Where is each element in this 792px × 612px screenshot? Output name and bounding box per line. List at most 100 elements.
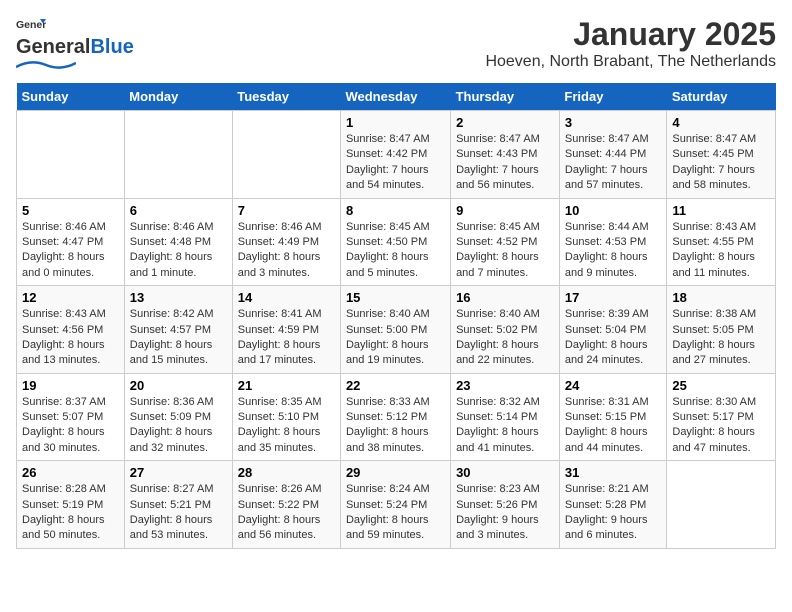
calendar-cell: 11 Sunrise: 8:43 AM Sunset: 4:55 PM Dayli… [667, 198, 776, 286]
calendar-cell: 14 Sunrise: 8:41 AM Sunset: 4:59 PM Dayli… [232, 286, 340, 374]
logo: General GeneralBlue [16, 16, 134, 71]
calendar-cell [17, 111, 125, 199]
day-number: 9 [456, 203, 554, 218]
day-info: Sunrise: 8:47 AM Sunset: 4:42 PM Dayligh… [346, 132, 445, 194]
col-tuesday: Tuesday [232, 83, 340, 111]
calendar-cell: 8 Sunrise: 8:45 AM Sunset: 4:50 PM Daylig… [340, 198, 450, 286]
day-number: 29 [346, 465, 445, 480]
week-row-4: 19Sunrise: 8:37 AM Sunset: 5:07 PM Dayli… [17, 373, 776, 461]
logo-icon: General [16, 16, 46, 34]
calendar-cell: 2 Sunrise: 8:47 AM Sunset: 4:43 PM Daylig… [451, 111, 560, 199]
day-number: 1 [346, 115, 445, 130]
calendar-cell: 18Sunrise: 8:38 AM Sunset: 5:05 PM Dayli… [667, 286, 776, 374]
day-info: Sunrise: 8:26 AM Sunset: 5:22 PM Dayligh… [238, 482, 335, 544]
day-info: Sunrise: 8:45 AM Sunset: 4:52 PM Dayligh… [456, 220, 554, 282]
day-number: 20 [130, 378, 227, 393]
day-info: Sunrise: 8:23 AM Sunset: 5:26 PM Dayligh… [456, 482, 554, 544]
calendar-cell: 21Sunrise: 8:35 AM Sunset: 5:10 PM Dayli… [232, 373, 340, 461]
calendar-cell: 23Sunrise: 8:32 AM Sunset: 5:14 PM Dayli… [451, 373, 560, 461]
day-info: Sunrise: 8:46 AM Sunset: 4:47 PM Dayligh… [22, 220, 119, 282]
day-info: Sunrise: 8:46 AM Sunset: 4:48 PM Dayligh… [130, 220, 227, 282]
day-info: Sunrise: 8:43 AM Sunset: 4:55 PM Dayligh… [672, 220, 770, 282]
day-number: 14 [238, 290, 335, 305]
week-row-1: 1 Sunrise: 8:47 AM Sunset: 4:42 PM Daylig… [17, 111, 776, 199]
col-wednesday: Wednesday [340, 83, 450, 111]
calendar-cell: 10Sunrise: 8:44 AM Sunset: 4:53 PM Dayli… [559, 198, 666, 286]
day-info: Sunrise: 8:40 AM Sunset: 5:02 PM Dayligh… [456, 307, 554, 369]
day-info: Sunrise: 8:47 AM Sunset: 4:43 PM Dayligh… [456, 132, 554, 194]
day-info: Sunrise: 8:47 AM Sunset: 4:44 PM Dayligh… [565, 132, 661, 194]
col-friday: Friday [559, 83, 666, 111]
col-thursday: Thursday [451, 83, 560, 111]
day-number: 6 [130, 203, 227, 218]
header-row: Sunday Monday Tuesday Wednesday Thursday… [17, 83, 776, 111]
day-number: 22 [346, 378, 445, 393]
day-number: 26 [22, 465, 119, 480]
day-info: Sunrise: 8:43 AM Sunset: 4:56 PM Dayligh… [22, 307, 119, 369]
day-info: Sunrise: 8:24 AM Sunset: 5:24 PM Dayligh… [346, 482, 445, 544]
page-header: General GeneralBlue January 2025 Hoeven,… [16, 16, 776, 71]
day-number: 16 [456, 290, 554, 305]
day-info: Sunrise: 8:41 AM Sunset: 4:59 PM Dayligh… [238, 307, 335, 369]
day-number: 13 [130, 290, 227, 305]
day-number: 27 [130, 465, 227, 480]
week-row-2: 5 Sunrise: 8:46 AM Sunset: 4:47 PM Daylig… [17, 198, 776, 286]
calendar-cell [124, 111, 232, 199]
day-number: 12 [22, 290, 119, 305]
calendar-cell: 28Sunrise: 8:26 AM Sunset: 5:22 PM Dayli… [232, 461, 340, 549]
day-info: Sunrise: 8:36 AM Sunset: 5:09 PM Dayligh… [130, 395, 227, 457]
day-number: 24 [565, 378, 661, 393]
day-number: 31 [565, 465, 661, 480]
calendar-cell: 16 Sunrise: 8:40 AM Sunset: 5:02 PM Dayli… [451, 286, 560, 374]
logo-wave-icon [16, 59, 76, 71]
calendar-cell: 27Sunrise: 8:27 AM Sunset: 5:21 PM Dayli… [124, 461, 232, 549]
day-number: 25 [672, 378, 770, 393]
month-title: January 2025 [485, 16, 776, 53]
day-info: Sunrise: 8:37 AM Sunset: 5:07 PM Dayligh… [22, 395, 119, 457]
calendar-cell: 25 Sunrise: 8:30 AM Sunset: 5:17 PM Dayli… [667, 373, 776, 461]
day-info: Sunrise: 8:31 AM Sunset: 5:15 PM Dayligh… [565, 395, 661, 457]
day-number: 4 [672, 115, 770, 130]
calendar-cell: 13 Sunrise: 8:42 AM Sunset: 4:57 PM Dayli… [124, 286, 232, 374]
calendar-cell: 7Sunrise: 8:46 AM Sunset: 4:49 PM Daylig… [232, 198, 340, 286]
day-info: Sunrise: 8:44 AM Sunset: 4:53 PM Dayligh… [565, 220, 661, 282]
calendar-cell: 15Sunrise: 8:40 AM Sunset: 5:00 PM Dayli… [340, 286, 450, 374]
calendar-cell [667, 461, 776, 549]
title-block: January 2025 Hoeven, North Brabant, The … [485, 16, 776, 71]
day-info: Sunrise: 8:47 AM Sunset: 4:45 PM Dayligh… [672, 132, 770, 194]
calendar-cell: 12 Sunrise: 8:43 AM Sunset: 4:56 PM Dayli… [17, 286, 125, 374]
day-number: 2 [456, 115, 554, 130]
week-row-5: 26 Sunrise: 8:28 AM Sunset: 5:19 PM Dayli… [17, 461, 776, 549]
calendar-header: Sunday Monday Tuesday Wednesday Thursday… [17, 83, 776, 111]
logo-general: General [16, 36, 90, 59]
logo-blue: Blue [90, 36, 133, 59]
calendar-cell: 19Sunrise: 8:37 AM Sunset: 5:07 PM Dayli… [17, 373, 125, 461]
day-number: 18 [672, 290, 770, 305]
day-number: 23 [456, 378, 554, 393]
calendar-cell: 24 Sunrise: 8:31 AM Sunset: 5:15 PM Dayli… [559, 373, 666, 461]
calendar-cell: 26 Sunrise: 8:28 AM Sunset: 5:19 PM Dayli… [17, 461, 125, 549]
day-info: Sunrise: 8:28 AM Sunset: 5:19 PM Dayligh… [22, 482, 119, 544]
day-info: Sunrise: 8:39 AM Sunset: 5:04 PM Dayligh… [565, 307, 661, 369]
day-info: Sunrise: 8:45 AM Sunset: 4:50 PM Dayligh… [346, 220, 445, 282]
day-number: 15 [346, 290, 445, 305]
calendar-cell: 3 Sunrise: 8:47 AM Sunset: 4:44 PM Daylig… [559, 111, 666, 199]
day-info: Sunrise: 8:21 AM Sunset: 5:28 PM Dayligh… [565, 482, 661, 544]
day-number: 17 [565, 290, 661, 305]
day-number: 7 [238, 203, 335, 218]
day-number: 3 [565, 115, 661, 130]
calendar-cell: 31 Sunrise: 8:21 AM Sunset: 5:28 PM Dayli… [559, 461, 666, 549]
day-number: 30 [456, 465, 554, 480]
day-info: Sunrise: 8:30 AM Sunset: 5:17 PM Dayligh… [672, 395, 770, 457]
calendar-cell: 9 Sunrise: 8:45 AM Sunset: 4:52 PM Daylig… [451, 198, 560, 286]
day-number: 8 [346, 203, 445, 218]
week-row-3: 12 Sunrise: 8:43 AM Sunset: 4:56 PM Dayli… [17, 286, 776, 374]
day-number: 11 [672, 203, 770, 218]
day-info: Sunrise: 8:33 AM Sunset: 5:12 PM Dayligh… [346, 395, 445, 457]
calendar-cell: 22 Sunrise: 8:33 AM Sunset: 5:12 PM Dayli… [340, 373, 450, 461]
calendar-cell: 20 Sunrise: 8:36 AM Sunset: 5:09 PM Dayli… [124, 373, 232, 461]
calendar-cell [232, 111, 340, 199]
day-number: 5 [22, 203, 119, 218]
calendar-table: Sunday Monday Tuesday Wednesday Thursday… [16, 83, 776, 549]
day-info: Sunrise: 8:42 AM Sunset: 4:57 PM Dayligh… [130, 307, 227, 369]
